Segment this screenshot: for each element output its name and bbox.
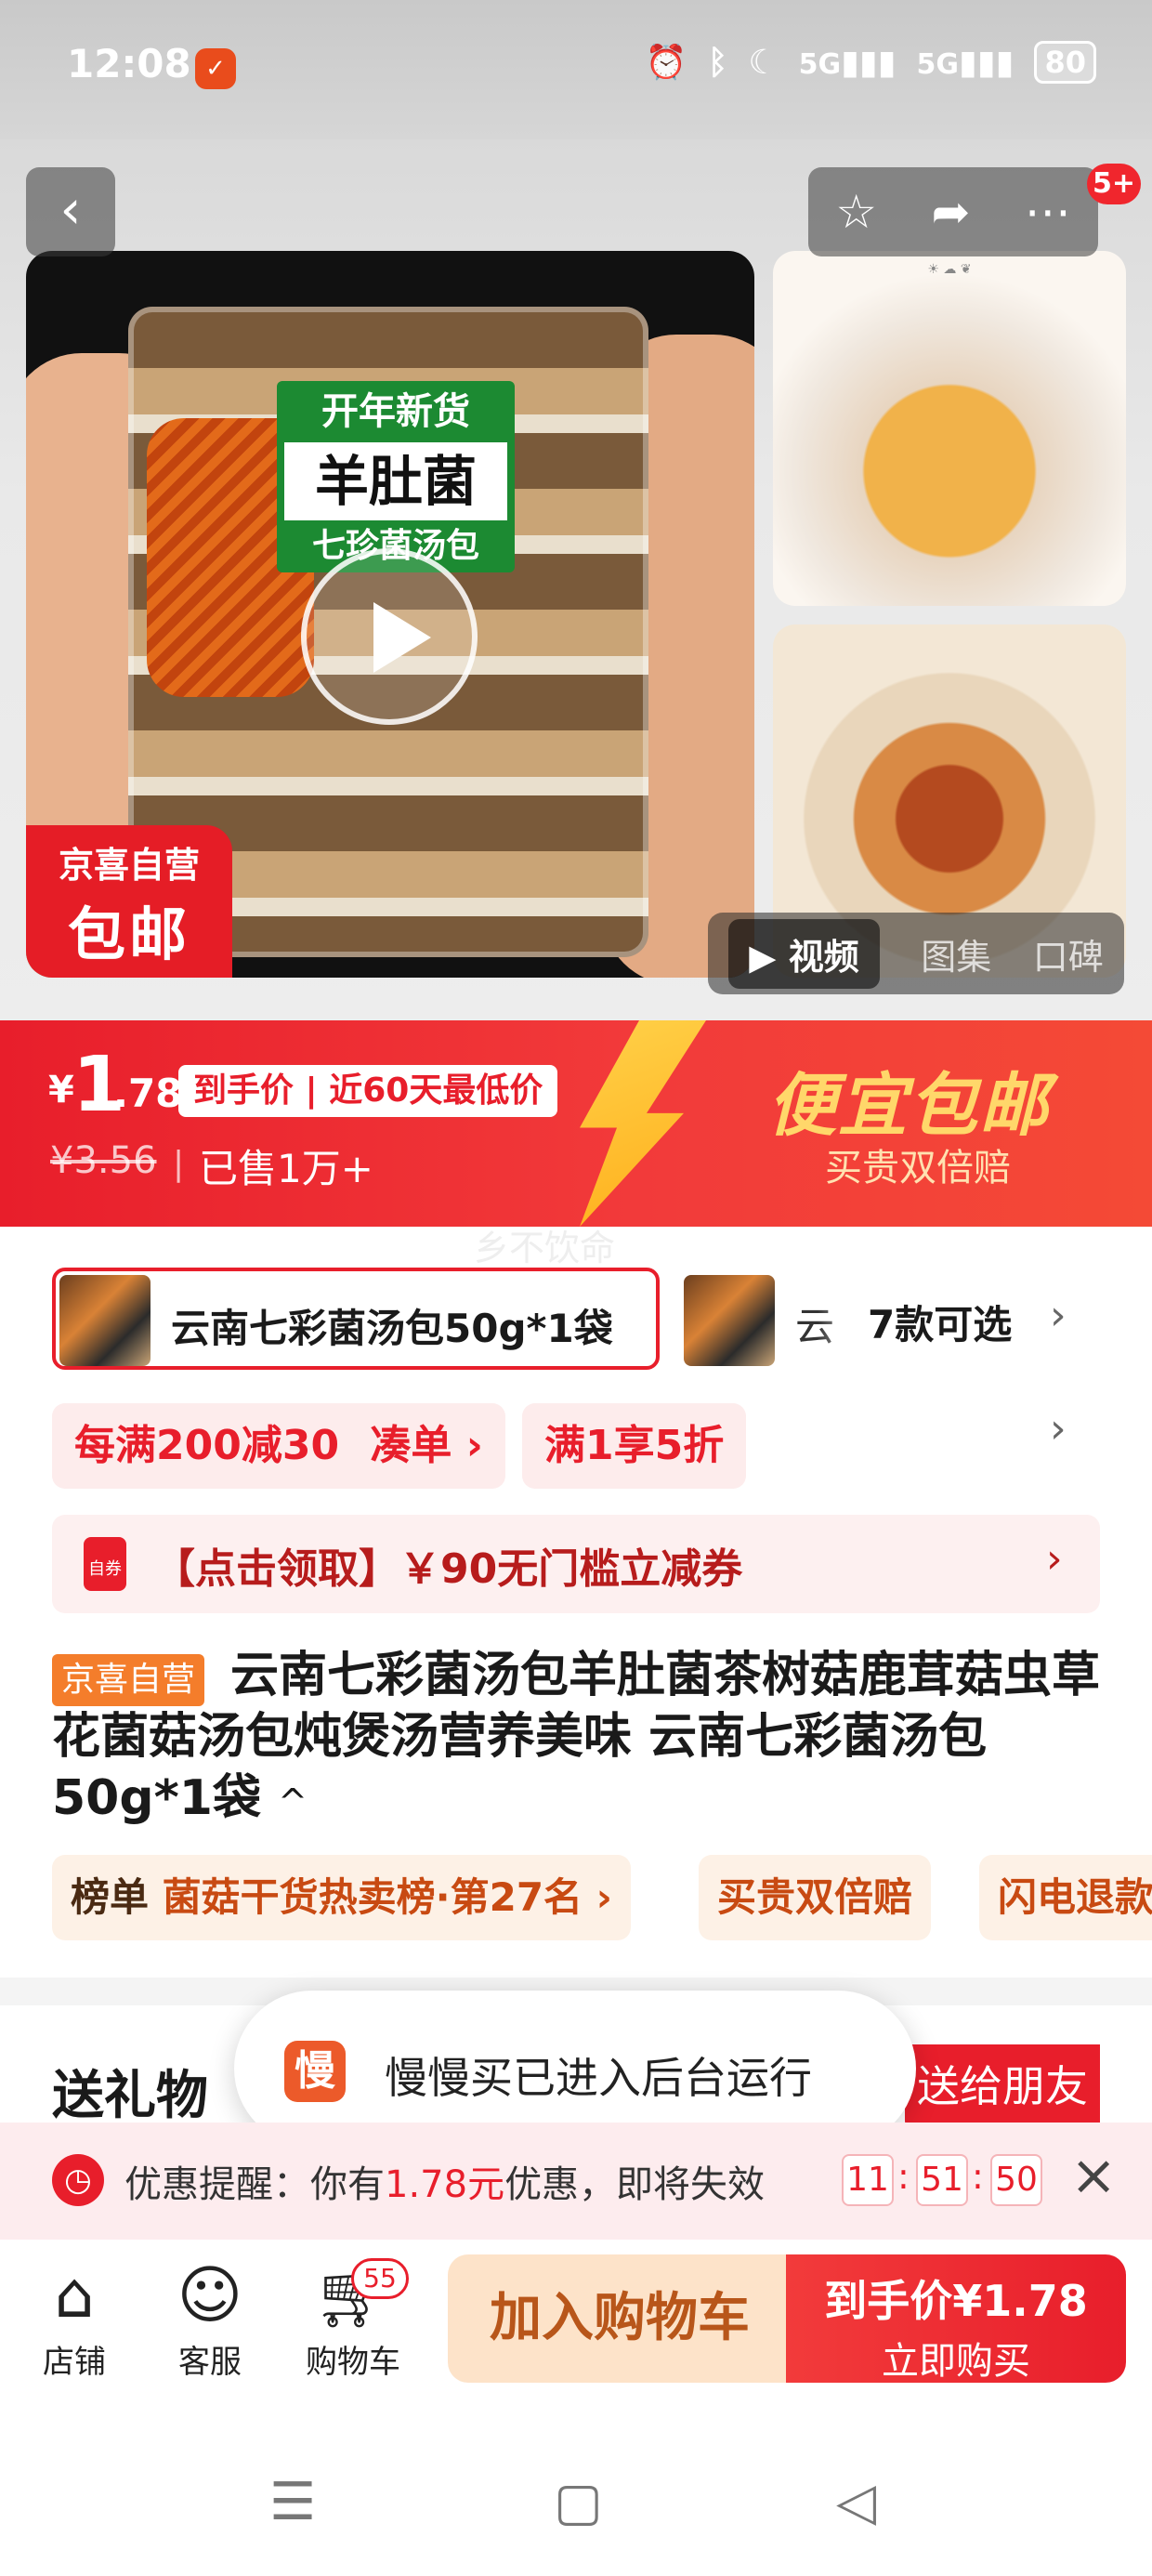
coupon-text[interactable]: 【点击领取】￥90无门槛立减券 — [154, 1535, 742, 1595]
home-icon[interactable]: ▢ — [554, 2472, 603, 2532]
sku-more-options[interactable]: 7款可选 — [868, 1294, 1012, 1350]
store-label: 店铺 — [43, 2344, 106, 2381]
product-title: 云南七彩菌汤包羊肚菌茶树菇鹿茸菇虫草花菌菇汤包炖煲汤营养美味 云南七彩菌汤包50… — [52, 1648, 1101, 1826]
tab-reviews[interactable]: 口碑 — [1033, 928, 1104, 979]
menu-icon[interactable]: ☰ — [269, 2472, 316, 2532]
timer-seconds: 50 — [990, 2154, 1042, 2206]
sku-fade — [818, 1268, 873, 1370]
double-refund-chip[interactable]: 买贵双倍赔 — [699, 1855, 932, 1940]
timer-minutes: 51 — [916, 2154, 968, 2206]
promo-chip-half-off[interactable]: 满1享5折 — [522, 1403, 747, 1489]
send-to-friend-button[interactable]: 送给朋友 — [905, 2044, 1100, 2128]
promo-chevron-icon[interactable]: › — [1050, 1405, 1067, 1452]
timer-hours: 11 — [842, 2154, 894, 2206]
share-icon[interactable]: ➦ — [931, 185, 970, 239]
price-tag: 到手价 | 近60天最低价 — [178, 1065, 558, 1117]
price-separator: | — [173, 1145, 185, 1183]
reminder-text: 优惠提醒：你有1.78元优惠，即将失效 — [124, 2163, 766, 2206]
store-icon: ⌂ — [54, 2259, 95, 2333]
jx-free-shipping-badge: 京喜自营 包邮 — [26, 825, 232, 978]
alarm-icon: ⏰ — [645, 44, 687, 82]
rank-chip[interactable]: 榜单 菌菇干货热卖榜·第27名 › — [52, 1855, 631, 1940]
side-image-soup-bowl[interactable]: ☀ ☁ ❦ — [773, 251, 1126, 606]
timer-colon: : — [972, 2156, 984, 2197]
badge-line2: 包邮 — [67, 900, 190, 968]
add-to-cart-button[interactable]: 加入购物车 — [448, 2254, 792, 2383]
double-refund-subslogan: 买贵双倍赔 — [825, 1147, 1011, 1189]
back-button[interactable]: ‹ — [26, 167, 115, 256]
status-icons: ⏰ ᛒ ☾ 5G▮▮▮ 5G▮▮▮ 80 — [646, 41, 1096, 84]
sku-label: 云南七彩菌汤包50g*1袋 — [171, 1306, 613, 1351]
chevron-right-icon[interactable]: › — [1046, 1535, 1063, 1583]
bluetooth-icon: ᛒ — [707, 43, 728, 82]
app-notification-icon: ✓ — [195, 48, 236, 89]
price-currency: ¥ — [48, 1069, 74, 1111]
cart-label: 购物车 — [306, 2344, 400, 2381]
image-tag-morel: 羊肚菌 — [277, 442, 515, 520]
collapse-caret-icon[interactable]: ^ — [278, 1781, 308, 1822]
tab-gallery[interactable]: 图集 — [921, 928, 991, 979]
clock-icon: ◷ — [52, 2154, 104, 2206]
notification-badge: 5+ — [1087, 164, 1142, 204]
buy-price: 到手价¥1.78 — [824, 2276, 1088, 2326]
promo-chip-discount[interactable]: 每满200减30 凑单 › — [52, 1403, 505, 1489]
media-tabs: ▶ 视频 图集 口碑 — [708, 913, 1124, 994]
main-product-video[interactable]: 开年新货 羊肚菌 七珍菌汤包 京喜自营 包邮 — [26, 251, 754, 978]
more-icon[interactable]: ⋯ — [1025, 185, 1071, 239]
rank-value: 菌菇干货热卖榜·第27名 — [162, 1874, 583, 1920]
buy-now-button[interactable]: 到手价¥1.78 立即购买 — [786, 2254, 1126, 2383]
fast-refund-chip[interactable]: 闪电退款 — [979, 1855, 1152, 1940]
buy-label: 立即购买 — [882, 2340, 1030, 2383]
rank-key: 榜单 — [71, 1874, 150, 1920]
toast-message: 慢慢买已进入后台运行 — [385, 2053, 812, 2103]
top-actions: ☆ ➦ ⋯ — [808, 167, 1098, 256]
chevron-right-icon[interactable]: › — [1050, 1292, 1067, 1339]
favorite-star-icon[interactable]: ☆ — [835, 185, 877, 239]
signal-icon: 5G▮▮▮ — [798, 43, 897, 82]
gift-section-title: 送礼物 — [52, 2066, 208, 2126]
play-icon[interactable] — [301, 548, 478, 725]
price-decimal: .78 — [113, 1071, 183, 1116]
service-label: 客服 — [178, 2344, 242, 2381]
coupon-icon: 自券 — [84, 1537, 126, 1591]
back-triangle-icon[interactable]: ◁ — [836, 2472, 876, 2532]
chevron-right-icon: › — [465, 1422, 483, 1469]
image-tag-new: 开年新货 — [277, 381, 515, 442]
battery-indicator: 80 — [1034, 41, 1096, 84]
smile-icon: ☺ — [177, 2259, 243, 2333]
store-button[interactable]: ⌂ 店铺 — [9, 2256, 139, 2382]
close-icon[interactable]: × — [1070, 2143, 1117, 2208]
signal-icon-2: 5G▮▮▮ — [916, 43, 1015, 82]
original-price: ¥3.56 — [50, 1139, 157, 1182]
timer-colon: : — [897, 2156, 910, 2197]
badge-line1: 京喜自营 — [58, 845, 200, 886]
combine-order-link[interactable]: 凑单 — [370, 1422, 452, 1469]
sku-option-selected[interactable]: 云南七彩菌汤包50g*1袋 — [52, 1268, 660, 1370]
feature-icons: ☀ ☁ ❦ — [927, 262, 972, 277]
customer-service-button[interactable]: ☺ 客服 — [145, 2256, 275, 2382]
manmanmai-app-icon: 慢 — [284, 2041, 346, 2102]
sku-thumbnail-2 — [684, 1275, 775, 1366]
ghost-watermark-text: 乡不饮命 — [474, 1228, 616, 1268]
moon-icon: ☾ — [748, 43, 779, 82]
sold-count: 已售1万+ — [199, 1146, 373, 1191]
self-operated-badge: 京喜自营 — [52, 1654, 205, 1706]
tab-video[interactable]: ▶ 视频 — [728, 918, 880, 989]
sku-thumbnail — [59, 1275, 151, 1366]
cart-count-badge: 55 — [351, 2258, 409, 2299]
cheap-free-shipping-slogan: 便宜包邮 — [767, 1066, 1050, 1146]
status-time: 12:08 — [67, 41, 191, 86]
